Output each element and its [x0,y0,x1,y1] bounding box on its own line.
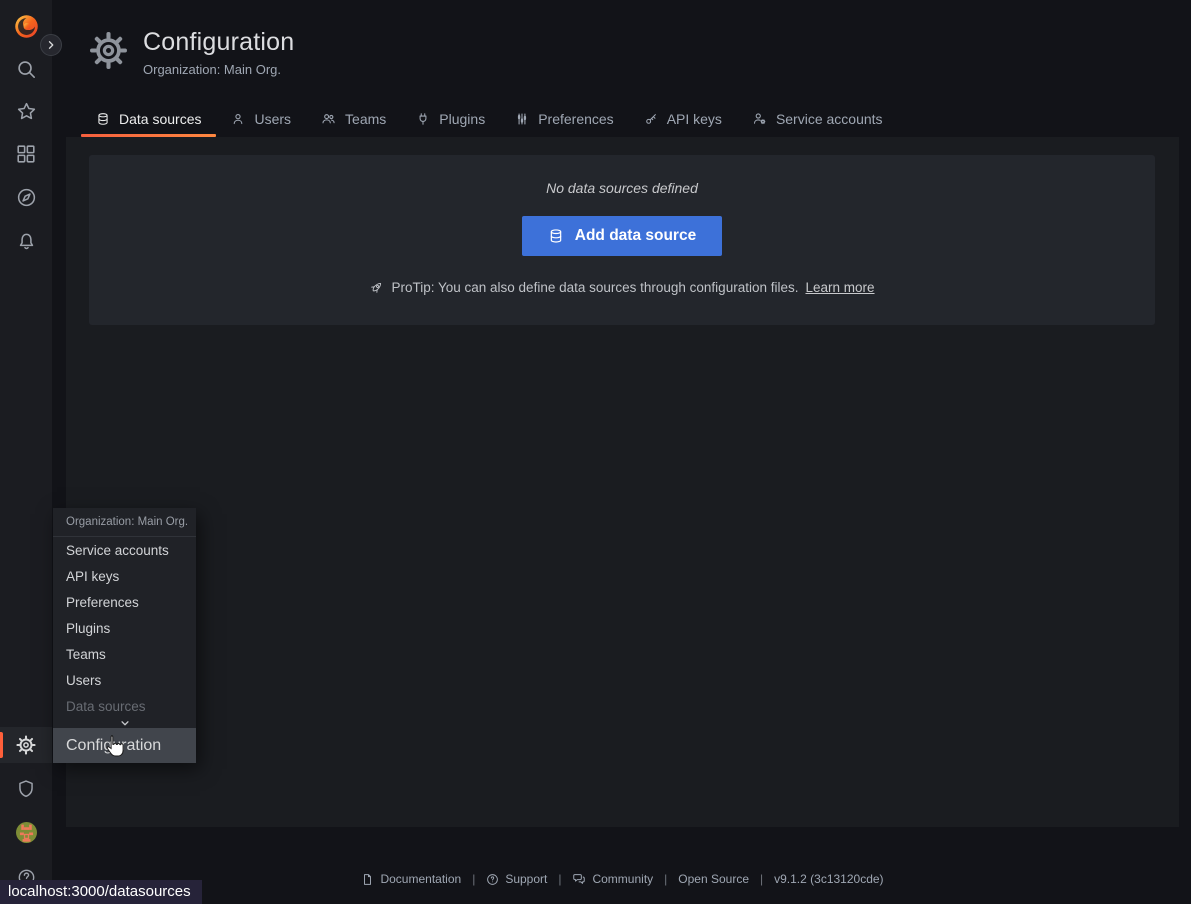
menu-item-preferences[interactable]: Preferences [53,589,196,615]
chevron-right-icon [45,39,57,51]
menu-item-service-accounts[interactable]: Service accounts [53,537,196,563]
footer-version: v9.1.2 (3c13120cde) [774,872,883,886]
tab-label: API keys [667,111,722,127]
tab-preferences[interactable]: Preferences [500,101,628,136]
alerting-bell-icon[interactable] [0,228,52,254]
question-circle-icon [486,873,499,886]
page-header-text: Configuration Organization: Main Org. [143,28,294,77]
starred-icon[interactable] [0,98,52,124]
tab-label: Service accounts [776,111,883,127]
browser-status-bar: localhost:3000/datasources [0,880,202,904]
search-icon[interactable] [0,56,52,82]
database-icon [548,228,564,244]
add-data-source-label: Add data source [575,227,696,245]
user-gear-icon [752,111,767,126]
user-icon [231,112,245,126]
menu-item-data-sources[interactable]: Data sources [53,693,196,719]
footer-link-label: Documentation [380,872,461,886]
rocket-icon [369,280,384,295]
footer-separator: | [760,872,763,886]
configuration-nav-menu: Organization: Main Org. Service accounts… [53,508,196,763]
footer-separator: | [664,872,667,886]
footer-link-support[interactable]: Support [486,872,547,886]
tab-bar: Data sources Users Teams Plugins Prefere… [81,101,898,136]
page-header: Configuration Organization: Main Org. [88,28,294,77]
database-icon [96,112,110,126]
dashboards-icon[interactable] [0,141,52,167]
footer-link-label: Community [592,872,653,886]
server-admin-shield-icon[interactable] [0,776,52,802]
protip-text: ProTip: You can also define data sources… [391,280,798,295]
tab-api-keys[interactable]: API keys [629,101,737,136]
sidebar-item-configuration[interactable] [0,727,52,763]
tab-teams[interactable]: Teams [306,101,401,136]
chat-icon [572,872,586,886]
protip-row: ProTip: You can also define data sources… [369,280,874,295]
footer-link-community[interactable]: Community [572,872,653,886]
avatar-image [16,822,37,843]
tab-data-sources[interactable]: Data sources [81,101,216,136]
menu-title-configuration[interactable]: Configuration [53,728,196,763]
footer-link-documentation[interactable]: Documentation [361,872,461,886]
status-url: localhost:3000/datasources [8,883,191,900]
footer-link-label: Support [505,872,547,886]
footer-separator: | [558,872,561,886]
tab-label: Teams [345,111,386,127]
expand-sidebar-button[interactable] [40,34,62,56]
menu-item-teams[interactable]: Teams [53,641,196,667]
users-icon [321,111,336,126]
footer-separator: | [472,872,475,886]
empty-state-message: No data sources defined [546,180,698,196]
document-icon [361,873,374,886]
empty-state-panel: No data sources defined Add data source … [89,155,1155,325]
tab-users[interactable]: Users [216,101,306,136]
grafana-logo-icon [13,13,40,40]
sidebar [0,0,52,904]
menu-item-plugins[interactable]: Plugins [53,615,196,641]
learn-more-link[interactable]: Learn more [805,280,874,295]
footer-link-label: Open Source [678,872,749,886]
tab-plugins[interactable]: Plugins [401,101,500,136]
chevron-down-icon [53,719,196,728]
menu-item-api-keys[interactable]: API keys [53,563,196,589]
footer-link-open-source[interactable]: Open Source [678,872,749,886]
tab-service-accounts[interactable]: Service accounts [737,101,898,136]
key-icon [644,112,658,126]
menu-org-header: Organization: Main Org. [53,508,196,537]
tab-label: Plugins [439,111,485,127]
page-title: Configuration [143,28,294,57]
add-data-source-button[interactable]: Add data source [522,216,722,256]
plug-icon [416,112,430,126]
tab-label: Preferences [538,111,613,127]
content-container: No data sources defined Add data source … [66,137,1179,827]
tab-label: Data sources [119,111,201,127]
page-subtitle: Organization: Main Org. [143,62,294,77]
user-avatar[interactable] [0,821,52,843]
configuration-gear-icon [88,30,129,71]
tab-label: Users [254,111,291,127]
menu-item-users[interactable]: Users [53,667,196,693]
sliders-icon [515,112,529,126]
gear-icon [0,733,52,757]
footer: Documentation | Support | Community | Op… [66,872,1179,886]
explore-compass-icon[interactable] [0,184,52,210]
